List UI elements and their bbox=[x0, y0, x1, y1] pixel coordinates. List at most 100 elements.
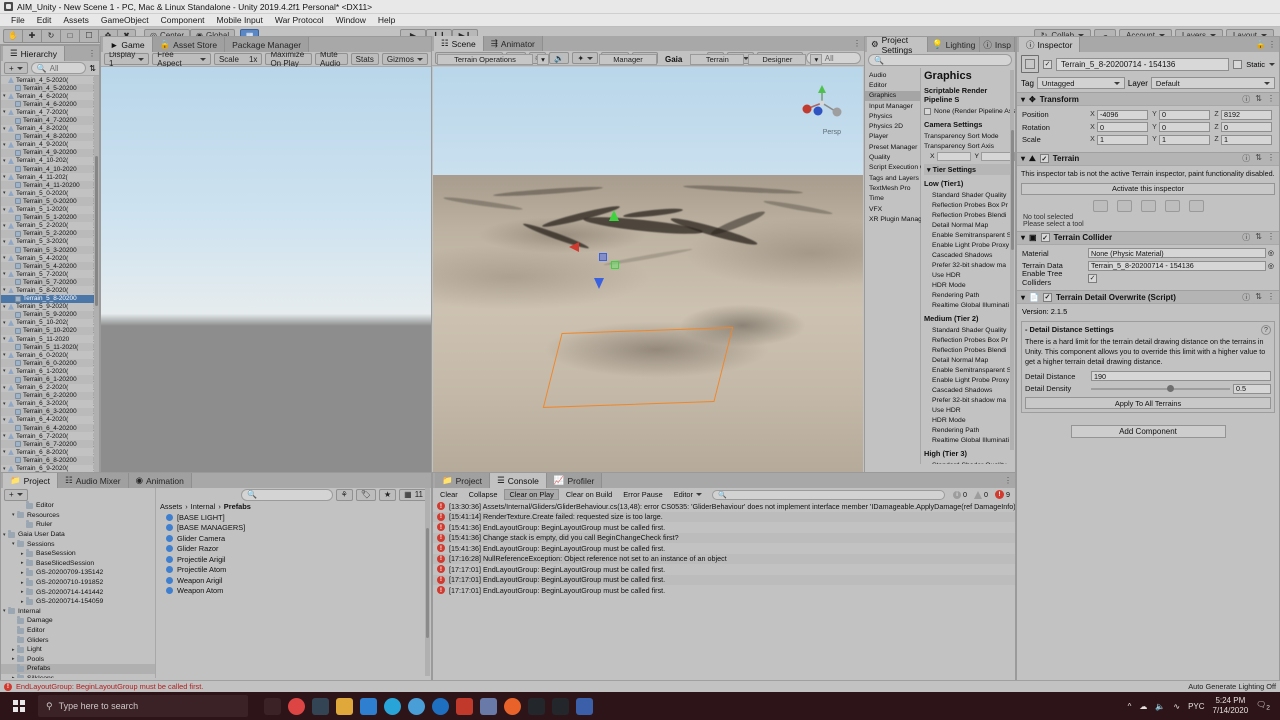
menu-help[interactable]: Help bbox=[372, 15, 401, 25]
tier-setting-row[interactable]: Enable Semitransparent S bbox=[924, 230, 1015, 240]
project-tree-item[interactable]: ▾ Gaia User Data bbox=[1, 530, 155, 540]
scene-canvas[interactable]: Persp bbox=[433, 67, 863, 476]
axis-x-input[interactable]: 0 bbox=[1097, 122, 1148, 132]
settings-scrollbar[interactable] bbox=[1010, 70, 1014, 450]
tab-animator[interactable]: ⇶ Animator bbox=[483, 36, 543, 51]
project-tree-rows[interactable]: Editor ▾ Resources Ruler ▾ Gaia User Data ▾ Ses… bbox=[1, 501, 155, 678]
foldout-expanded-icon[interactable]: ▾ bbox=[3, 401, 8, 407]
console-message-row[interactable]: ! [17:17:01] EndLayoutGroup: BeginLayoutG… bbox=[433, 585, 1015, 596]
tier-setting-row[interactable]: Standard Shader Quality bbox=[924, 460, 1015, 465]
gaia-manager-button[interactable]: Manager bbox=[599, 54, 657, 65]
asset-item[interactable]: Glider Camera bbox=[156, 533, 431, 544]
hierarchy-item[interactable]: Terrain_5_11-2020(⋮ bbox=[1, 343, 99, 352]
hand-tool-icon[interactable]: ✋ bbox=[3, 28, 22, 43]
foldout-expanded-icon[interactable]: ▾ bbox=[3, 271, 8, 277]
terrain-collider-header[interactable]: ▾ ▣ ✓ Terrain Collider ⓘ ⇅ ⋮ bbox=[1017, 230, 1279, 245]
asset-pane-scrollbar[interactable] bbox=[425, 488, 430, 676]
project-tree-item[interactable]: Prefabs bbox=[1, 664, 155, 674]
settings-category-input-manager[interactable]: Input Manager bbox=[865, 101, 920, 111]
hierarchy-item[interactable]: ▾Terrain_6_7-2020(⋮ bbox=[1, 432, 99, 440]
tier-setting-row[interactable]: Rendering Path bbox=[924, 425, 1015, 435]
settings-category-vfx[interactable]: VFX bbox=[865, 204, 920, 214]
project-tree-item[interactable]: ▸ GS-20200714-141442 bbox=[1, 587, 155, 597]
rect-tool-icon[interactable]: ☐ bbox=[79, 28, 98, 43]
tier-setting-row[interactable]: Detail Normal Map bbox=[924, 355, 1015, 365]
axis-y-input[interactable]: 1 bbox=[1159, 134, 1210, 145]
tier-setting-row[interactable]: Realtime Global Illuminati bbox=[924, 435, 1015, 445]
foldout-expanded-icon[interactable]: ▾ bbox=[3, 207, 8, 213]
settings-category-textmesh-pro[interactable]: TextMesh Pro bbox=[865, 183, 920, 193]
foldout-expanded-icon[interactable]: ▾ bbox=[3, 126, 8, 132]
settings-category-script-execution-c[interactable]: Script Execution C bbox=[865, 163, 925, 173]
axis-x-input[interactable]: 1 bbox=[1097, 134, 1148, 145]
foldout-expanded-icon[interactable]: ▾ bbox=[3, 320, 8, 326]
terrain-settings-icon[interactable] bbox=[1188, 199, 1204, 212]
detail-distance-input[interactable]: 190 bbox=[1091, 371, 1271, 382]
hierarchy-item[interactable]: ▾Terrain_5_3-2020(⋮ bbox=[1, 238, 99, 246]
console-search-input[interactable]: 🔍 bbox=[712, 489, 945, 500]
file-explorer-icon[interactable] bbox=[336, 697, 353, 715]
tab-project[interactable]: 📁 Project bbox=[3, 473, 59, 488]
tab-lighting[interactable]: 💡 Lighting bbox=[928, 37, 981, 52]
project-tree-item[interactable]: ▸ BaseSession bbox=[1, 549, 155, 559]
create-gameobject-button[interactable]: + bbox=[4, 62, 28, 74]
script-enabled-checkbox[interactable]: ✓ bbox=[1042, 292, 1052, 302]
tier-setting-row[interactable]: Cascaded Shadows bbox=[924, 385, 1015, 395]
tier-settings-foldout[interactable]: ▾ Tier Settings bbox=[924, 164, 1013, 175]
foldout-expanded-icon[interactable]: ▾ bbox=[3, 385, 8, 391]
settings-category-physics[interactable]: Physics bbox=[865, 111, 920, 121]
component-header-actions[interactable]: ⓘ ⇅ ⋮ bbox=[1242, 232, 1275, 243]
network-icon[interactable]: ∿ bbox=[1173, 702, 1180, 711]
hierarchy-item[interactable]: ▾Terrain_4_9-2020(⋮ bbox=[1, 141, 99, 149]
chevron-up-icon[interactable]: ^ bbox=[1128, 702, 1132, 711]
gizmos-dropdown[interactable]: Gizmos bbox=[381, 53, 429, 65]
tier-setting-row[interactable]: Enable Light Probe Proxy bbox=[924, 375, 1015, 385]
hierarchy-item[interactable]: ▾Terrain_4_10-202(⋮ bbox=[1, 157, 99, 165]
settings-search-input[interactable]: 🔍 bbox=[868, 54, 1012, 66]
component-menu-icon[interactable]: ⋮ bbox=[1267, 232, 1275, 243]
clear-button[interactable]: Clear bbox=[436, 489, 462, 500]
axis-y-input[interactable]: 0 bbox=[1159, 109, 1210, 120]
terrain-data-field[interactable]: Terrain_5_8-20200714 - 154136 bbox=[1088, 260, 1266, 271]
project-search-input[interactable]: 🔍 bbox=[241, 488, 333, 501]
hierarchy-item[interactable]: Terrain_5_4-20200⋮ bbox=[1, 262, 99, 271]
foldout-expanded-icon[interactable]: ▾ bbox=[3, 352, 8, 358]
settings-category-graphics[interactable]: Graphics bbox=[865, 90, 920, 101]
unity-hub-icon[interactable] bbox=[552, 697, 569, 715]
console-message-list[interactable]: ! [13:30:36] Assets/Internal/Gliders/Glid… bbox=[433, 501, 1015, 694]
warning-count-badge[interactable]: 0 bbox=[972, 490, 990, 499]
asset-item[interactable]: Weapon Atom bbox=[156, 586, 431, 597]
foldout-expanded-icon[interactable]: ▾ bbox=[3, 433, 8, 439]
hierarchy-item[interactable]: ▾Terrain_5_2-2020(⋮ bbox=[1, 222, 99, 230]
tab-game[interactable]: ► Game bbox=[103, 37, 153, 52]
tree-colliders-checkbox[interactable]: ✓ bbox=[1088, 273, 1097, 283]
tab-console-project[interactable]: 📁 Project bbox=[435, 473, 491, 488]
info-count-badge[interactable]: i 0 bbox=[951, 490, 969, 499]
project-tree-item[interactable]: ▸SilkIcons bbox=[1, 673, 155, 678]
component-header-actions[interactable]: ⓘ ⇅ ⋮ bbox=[1242, 94, 1275, 105]
hierarchy-item[interactable]: Terrain_5_1-20200⋮ bbox=[1, 213, 99, 222]
settings-category-preset-manager[interactable]: Preset Manager bbox=[865, 142, 920, 152]
asset-list[interactable]: [BASE LIGHT] [BASE MANAGERS] Glider Camera… bbox=[156, 512, 431, 596]
material-field[interactable]: None (Physic Material) bbox=[1088, 248, 1266, 259]
asset-item[interactable]: Weapon Arigil bbox=[156, 575, 431, 586]
slider-knob[interactable] bbox=[1167, 385, 1175, 393]
hierarchy-item[interactable]: ▾Terrain_5_1-2020(⋮ bbox=[1, 206, 99, 214]
breadcrumb-internal[interactable]: Internal bbox=[191, 502, 216, 511]
detail-density-value[interactable]: 0.5 bbox=[1233, 383, 1271, 394]
tab-scene[interactable]: ☷ Scene bbox=[434, 36, 484, 51]
console-message-row[interactable]: ! [15:41:36] Change stack is empty, did y… bbox=[433, 532, 1015, 543]
menu-gameobject[interactable]: GameObject bbox=[95, 15, 155, 25]
layer-dropdown[interactable]: Default bbox=[1150, 77, 1275, 89]
media-player-icon[interactable] bbox=[312, 697, 329, 715]
foldout-expanded-icon[interactable]: ▾ bbox=[3, 287, 8, 293]
foldout-expanded-icon[interactable]: ▾ bbox=[3, 466, 8, 472]
settings-category-quality[interactable]: Quality bbox=[865, 152, 920, 162]
component-menu-icon[interactable]: ⋮ bbox=[1267, 292, 1275, 303]
firefox-icon[interactable] bbox=[504, 697, 521, 715]
hierarchy-item[interactable]: Terrain_5_10-2020⋮ bbox=[1, 326, 99, 335]
component-header-actions[interactable]: ⓘ ⇅ ⋮ bbox=[1242, 153, 1275, 164]
maximize-on-play-toggle[interactable]: Maximize On Play bbox=[265, 50, 312, 68]
tab-project-settings[interactable]: ⚙ Project Settings bbox=[867, 35, 929, 55]
favorites-icon[interactable]: ★ bbox=[378, 488, 397, 501]
